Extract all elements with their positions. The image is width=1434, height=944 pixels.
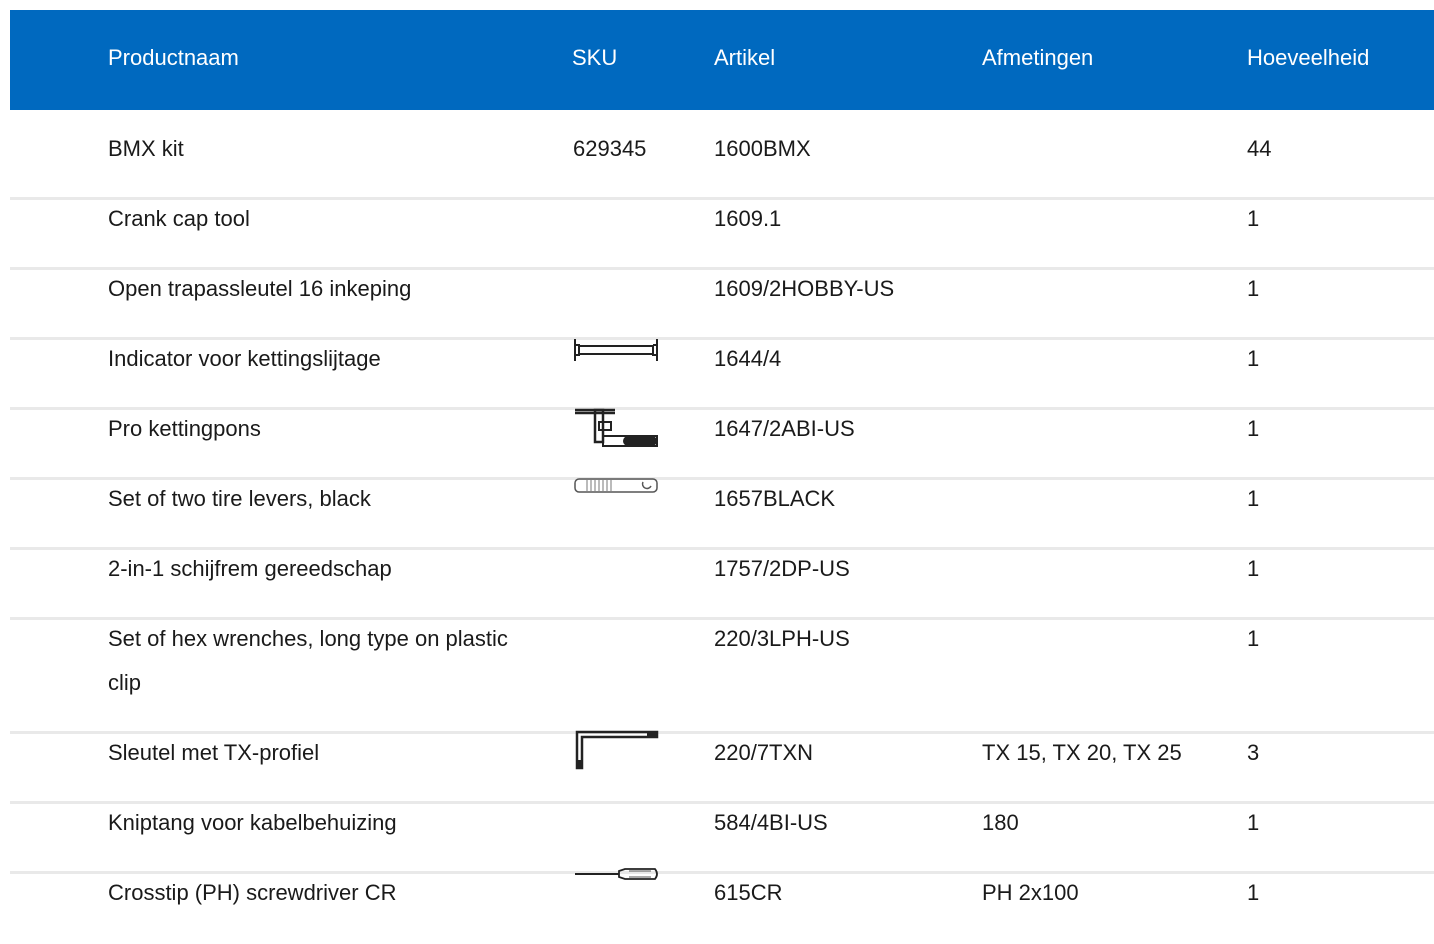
table-row: Indicator voor kettingslijtage 1644/4 1	[10, 337, 1434, 410]
cell-product-name: Crank cap tool	[108, 206, 250, 231]
cell-quantity: 1	[1247, 880, 1260, 905]
cell-article: 1644/4	[714, 346, 782, 371]
chain-wear-indicator-icon	[573, 337, 659, 367]
cell-quantity: 1	[1247, 486, 1260, 511]
cell-article: 1647/2ABI-US	[714, 416, 855, 441]
cell-article: 220/3LPH-US	[714, 626, 850, 651]
table-row: Kniptang voor kabelbehuizing 584/4BI-US …	[10, 804, 1434, 874]
cell-article: 220/7TXN	[714, 740, 814, 765]
header-sku[interactable]: SKU	[572, 10, 617, 106]
cell-dimensions: 180	[982, 810, 1019, 835]
table-row: Set of two tire levers, black 1657BLACK …	[10, 478, 1434, 550]
cell-product-name: Sleutel met TX-profiel	[108, 740, 320, 765]
table-row: Crank cap tool 1609.1 1	[10, 200, 1434, 270]
cell-quantity: 1	[1247, 276, 1260, 301]
cell-product-name: Open trapassleutel 16 inkeping	[108, 276, 412, 301]
torx-key-icon	[573, 728, 659, 772]
cell-article: 1609/2HOBBY-US	[714, 276, 895, 301]
header-product-name[interactable]: Productnaam	[108, 10, 239, 106]
cell-quantity: 44	[1247, 136, 1272, 161]
tire-lever-icon	[573, 476, 659, 496]
cell-quantity: 3	[1247, 740, 1260, 765]
table-row: Sleutel met TX-profiel 220/7TXN TX 15, T…	[10, 730, 1434, 804]
cell-quantity: 1	[1247, 206, 1260, 231]
header-quantity[interactable]: Hoeveelheid	[1247, 10, 1369, 106]
product-table: Productnaam SKU Artikel Afmetingen Hoeve…	[10, 10, 1434, 944]
table-row: BMX kit 629345 1600BMX 44	[10, 110, 1434, 200]
cell-article: 584/4BI-US	[714, 810, 828, 835]
cell-article: 1609.1	[714, 206, 782, 231]
table-header: Productnaam SKU Artikel Afmetingen Hoeve…	[10, 10, 1434, 110]
table-row: Open trapassleutel 16 inkeping 1609/2HOB…	[10, 270, 1434, 340]
cell-quantity: 1	[1247, 416, 1260, 441]
chain-tool-icon	[573, 406, 659, 450]
cell-quantity: 1	[1247, 626, 1260, 651]
table-row: 2-in-1 schijfrem gereedschap 1757/2DP-US…	[10, 550, 1434, 620]
table-row: Crosstip (PH) screwdriver CR 615CR PH 2x…	[10, 868, 1434, 944]
cell-product-name: Indicator voor kettingslijtage	[108, 346, 381, 371]
cell-dimensions: TX 15, TX 20, TX 25	[982, 740, 1182, 765]
cell-product-name: Crosstip (PH) screwdriver CR	[108, 880, 397, 905]
cell-article: 615CR	[714, 880, 783, 905]
cell-product-name: Pro kettingpons	[108, 416, 261, 441]
table-row: Pro kettingpons 1647/2ABI-US 1	[10, 408, 1434, 480]
cell-quantity: 1	[1247, 556, 1260, 581]
header-dimensions[interactable]: Afmetingen	[982, 10, 1093, 106]
cell-quantity: 1	[1247, 346, 1260, 371]
cell-article: 1657BLACK	[714, 486, 836, 511]
cell-product-name: Set of two tire levers, black	[108, 486, 371, 511]
cell-sku: 629345	[573, 136, 647, 161]
cell-article: 1757/2DP-US	[714, 556, 850, 581]
header-article[interactable]: Artikel	[714, 10, 775, 106]
cell-quantity: 1	[1247, 810, 1260, 835]
cell-dimensions: PH 2x100	[982, 880, 1079, 905]
cell-product-name: BMX kit	[108, 136, 184, 161]
table-row: Set of hex wrenches, long type on plasti…	[10, 620, 1434, 734]
cell-product-name: Set of hex wrenches, long type on plasti…	[108, 626, 508, 695]
table-body: BMX kit 629345 1600BMX 44 Crank cap tool…	[10, 110, 1434, 944]
screwdriver-icon	[573, 866, 659, 882]
cell-product-name: 2-in-1 schijfrem gereedschap	[108, 556, 392, 581]
cell-product-name: Kniptang voor kabelbehuizing	[108, 810, 397, 835]
cell-article: 1600BMX	[714, 136, 811, 161]
